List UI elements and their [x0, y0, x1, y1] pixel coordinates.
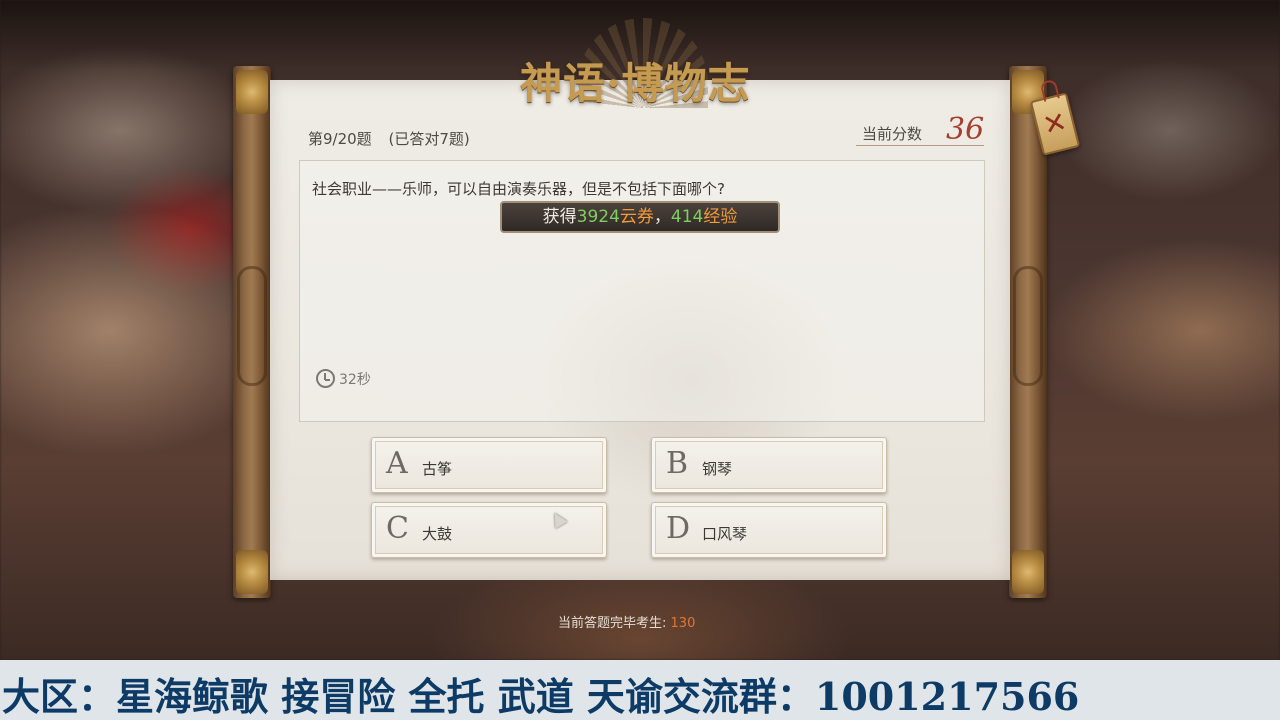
reward-exp-amount: 414: [670, 207, 704, 227]
option-b-button[interactable]: B 钢琴: [651, 437, 887, 493]
stream-overlay-banner: 大区：星海鲸歌 接冒险 全托 武道 天谕交流群：1001217566: [0, 660, 1280, 720]
reward-prefix: 获得: [542, 207, 577, 227]
option-d-button[interactable]: D 口风琴: [651, 502, 887, 558]
option-text: 古筝: [422, 460, 453, 478]
correct-count: (已答对7题): [388, 130, 470, 148]
rod-glyph-decoration: [1013, 266, 1043, 386]
finished-value: 130: [670, 616, 696, 631]
rod-glyph-decoration: [237, 266, 267, 386]
option-letter: B: [666, 446, 689, 481]
option-text: 钢琴: [702, 460, 733, 478]
game-title: 神语·博物志: [520, 59, 751, 108]
reward-banner: 获得3924云券，414经验: [500, 201, 780, 233]
score-display: 当前分数 36: [856, 110, 985, 147]
clock-icon: [316, 369, 335, 388]
finished-label: 当前答题完毕考生:: [558, 616, 667, 631]
option-letter: C: [386, 511, 409, 546]
countdown-timer: 32秒: [316, 369, 371, 389]
option-c-button[interactable]: C 大鼓: [371, 502, 607, 558]
option-letter: A: [386, 446, 408, 481]
reward-coupon-unit: 云券: [619, 207, 654, 227]
option-text: 大鼓: [422, 525, 453, 543]
reward-coupon-amount: 3924: [576, 207, 620, 227]
close-x-tag-icon: ✕: [1039, 104, 1071, 143]
score-value: 36: [946, 112, 985, 147]
question-text: 社会职业——乐师，可以自由演奏乐器，但是不包括下面哪个?: [312, 180, 725, 198]
option-letter: D: [666, 511, 691, 546]
score-label: 当前分数: [862, 125, 923, 143]
scroll-rod-left: [233, 66, 271, 598]
rod-ornament-icon: [1012, 550, 1044, 594]
reward-separator: ，: [653, 207, 671, 227]
question-progress: 第9/20题 (已答对7题): [308, 128, 470, 149]
question-index: 第9/20题: [308, 130, 372, 148]
reward-exp-unit: 经验: [703, 207, 738, 227]
banner-text: 大区：星海鲸歌 接冒险 全托 武道 天谕交流群：1001217566: [2, 674, 1080, 719]
option-a-button[interactable]: A 古筝: [371, 437, 607, 493]
question-box: 社会职业——乐师，可以自由演奏乐器，但是不包括下面哪个? 获得3924云券，41…: [299, 160, 985, 422]
finished-examinees: 当前答题完毕考生: 130: [558, 612, 695, 631]
rod-ornament-icon: [236, 550, 268, 594]
rod-ornament-icon: [236, 70, 268, 114]
timer-text: 32秒: [339, 372, 371, 388]
option-text: 口风琴: [702, 525, 748, 543]
